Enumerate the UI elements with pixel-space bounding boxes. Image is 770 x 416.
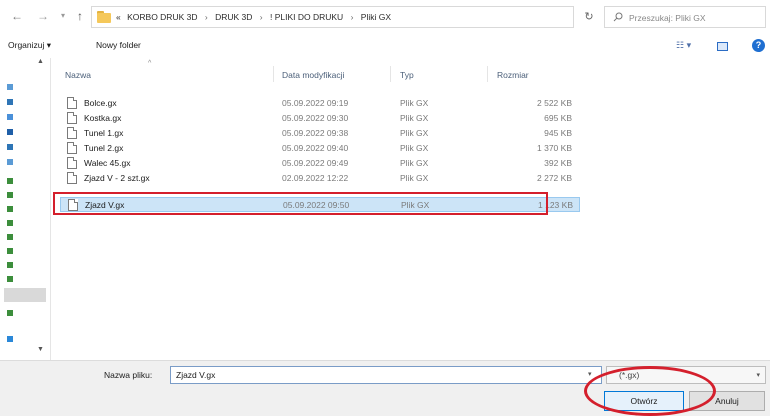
file-icon [67, 157, 77, 169]
folder-icon[interactable] [7, 159, 13, 165]
file-name: Bolce.gx [84, 98, 117, 108]
file-name: Tunel 1.gx [84, 128, 124, 138]
file-type: Plik GX [400, 143, 429, 153]
folder-icon[interactable] [7, 262, 13, 268]
column-divider[interactable] [273, 66, 274, 82]
file-name: Zjazd V - 2 szt.gx [84, 173, 150, 183]
filename-input[interactable]: Zjazd V.gx [170, 366, 602, 384]
column-divider[interactable] [487, 66, 488, 82]
file-size: 945 KB [544, 128, 572, 138]
file-type: Plik GX [400, 113, 429, 123]
column-header-size[interactable]: Rozmiar [497, 70, 529, 80]
forward-arrow-icon[interactable]: → [36, 9, 50, 23]
file-date: 02.09.2022 12:22 [282, 173, 349, 183]
breadcrumb-separator-icon[interactable]: › [260, 12, 263, 22]
search-placeholder: Przeszukaj: Pliki GX [629, 13, 706, 23]
change-view-icon[interactable]: ☷ ▾ [676, 40, 692, 51]
recent-locations-dropdown-icon[interactable]: ▾ [56, 9, 70, 23]
file-icon [67, 112, 77, 124]
file-row[interactable]: Zjazd V - 2 szt.gx 02.09.2022 12:22 Plik… [60, 171, 580, 186]
file-row[interactable]: Bolce.gx 05.09.2022 09:19 Plik GX 2 522 … [60, 96, 580, 111]
file-size: 2 272 KB [537, 173, 572, 183]
breadcrumb-separator-icon[interactable]: › [351, 12, 354, 22]
file-date: 05.09.2022 09:49 [282, 158, 349, 168]
file-row[interactable]: Tunel 1.gx 05.09.2022 09:38 Plik GX 945 … [60, 126, 580, 141]
documents-icon[interactable] [7, 129, 13, 135]
refresh-icon[interactable]: ↻ [578, 6, 600, 28]
file-name: Walec 45.gx [84, 158, 131, 168]
breadcrumb-item[interactable]: KORBO DRUK 3D [127, 12, 197, 22]
file-icon [67, 172, 77, 184]
breadcrumb-separator-icon[interactable]: › [205, 12, 208, 22]
column-header-type[interactable]: Typ [400, 70, 414, 80]
folder-icon[interactable] [7, 310, 13, 316]
file-type: Plik GX [400, 128, 429, 138]
filename-dropdown-icon[interactable]: ▾ [588, 370, 592, 378]
file-date: 05.09.2022 09:40 [282, 143, 349, 153]
search-icon [613, 12, 623, 22]
downloads-icon[interactable] [7, 114, 13, 120]
file-row[interactable]: Tunel 2.gx 05.09.2022 09:40 Plik GX 1 37… [60, 141, 580, 156]
column-divider[interactable] [390, 66, 391, 82]
file-name: Kostka.gx [84, 113, 122, 123]
command-bar: Organizuj ▾ Nowy folder ☷ ▾ ? [0, 34, 770, 58]
up-arrow-icon[interactable]: ↑ [73, 9, 87, 23]
scroll-up-icon[interactable]: ▲ [37, 58, 44, 65]
file-date: 05.09.2022 09:30 [282, 113, 349, 123]
folder-icon[interactable] [7, 234, 13, 240]
network-icon[interactable] [7, 336, 13, 342]
organize-button[interactable]: Organizuj ▾ [8, 40, 51, 51]
breadcrumb-item[interactable]: DRUK 3D [215, 12, 252, 22]
folder-icon[interactable] [7, 220, 13, 226]
new-folder-button[interactable]: Nowy folder [96, 40, 141, 50]
column-header-date[interactable]: Data modyfikacji [282, 70, 344, 80]
file-date: 05.09.2022 09:38 [282, 128, 349, 138]
folder-icon[interactable] [7, 178, 13, 184]
file-icon [67, 127, 77, 139]
breadcrumb-item[interactable]: Pliki GX [361, 12, 391, 22]
file-type: Plik GX [400, 158, 429, 168]
breadcrumb-overflow[interactable]: « [116, 12, 121, 22]
breadcrumb-item[interactable]: ! PLIKI DO DRUKU [270, 12, 343, 22]
file-size: 1 370 KB [537, 143, 572, 153]
folder-icon[interactable] [7, 248, 13, 254]
nav-item-selected[interactable] [4, 288, 46, 302]
preview-pane-icon[interactable] [717, 42, 728, 51]
file-name: Tunel 2.gx [84, 143, 124, 153]
filename-value: Zjazd V.gx [176, 370, 216, 380]
folder-icon[interactable] [7, 206, 13, 212]
file-date: 05.09.2022 09:19 [282, 98, 349, 108]
file-size: 2 522 KB [537, 98, 572, 108]
breadcrumb: « KORBO DRUK 3D › DRUK 3D › ! PLIKI DO D… [116, 12, 391, 22]
file-type: Plik GX [400, 173, 429, 183]
search-input[interactable]: Przeszukaj: Pliki GX [604, 6, 766, 28]
file-icon [67, 142, 77, 154]
desktop-icon[interactable] [7, 99, 13, 105]
file-type: Plik GX [400, 98, 429, 108]
scroll-down-icon[interactable]: ▼ [37, 346, 44, 353]
quick-access-icon[interactable] [7, 84, 13, 90]
sort-ascending-icon: ^ [148, 60, 152, 67]
file-icon [67, 97, 77, 109]
folder-icon [97, 11, 111, 23]
highlight-annotation-ellipse [584, 366, 716, 416]
back-arrow-icon[interactable]: ← [10, 9, 24, 23]
pictures-icon[interactable] [7, 144, 13, 150]
folder-icon[interactable] [7, 192, 13, 198]
highlight-annotation-rectangle [53, 192, 548, 215]
address-row: ← → ▾ ↑ « KORBO DRUK 3D › DRUK 3D › ! PL… [0, 0, 770, 34]
chevron-down-icon: ▾ [756, 372, 760, 379]
folder-icon[interactable] [7, 276, 13, 282]
help-icon[interactable]: ? [752, 39, 765, 52]
filename-label: Nazwa pliku: [104, 370, 153, 380]
column-header-name[interactable]: Nazwa [65, 70, 91, 80]
address-bar[interactable]: « KORBO DRUK 3D › DRUK 3D › ! PLIKI DO D… [91, 6, 646, 28]
file-row[interactable]: Kostka.gx 05.09.2022 09:30 Plik GX 695 K… [60, 111, 580, 126]
file-row[interactable]: Walec 45.gx 05.09.2022 09:49 Plik GX 392… [60, 156, 580, 171]
file-size: 392 KB [544, 158, 572, 168]
navigation-pane[interactable]: ▲ ▼ [0, 58, 51, 360]
file-size: 695 KB [544, 113, 572, 123]
